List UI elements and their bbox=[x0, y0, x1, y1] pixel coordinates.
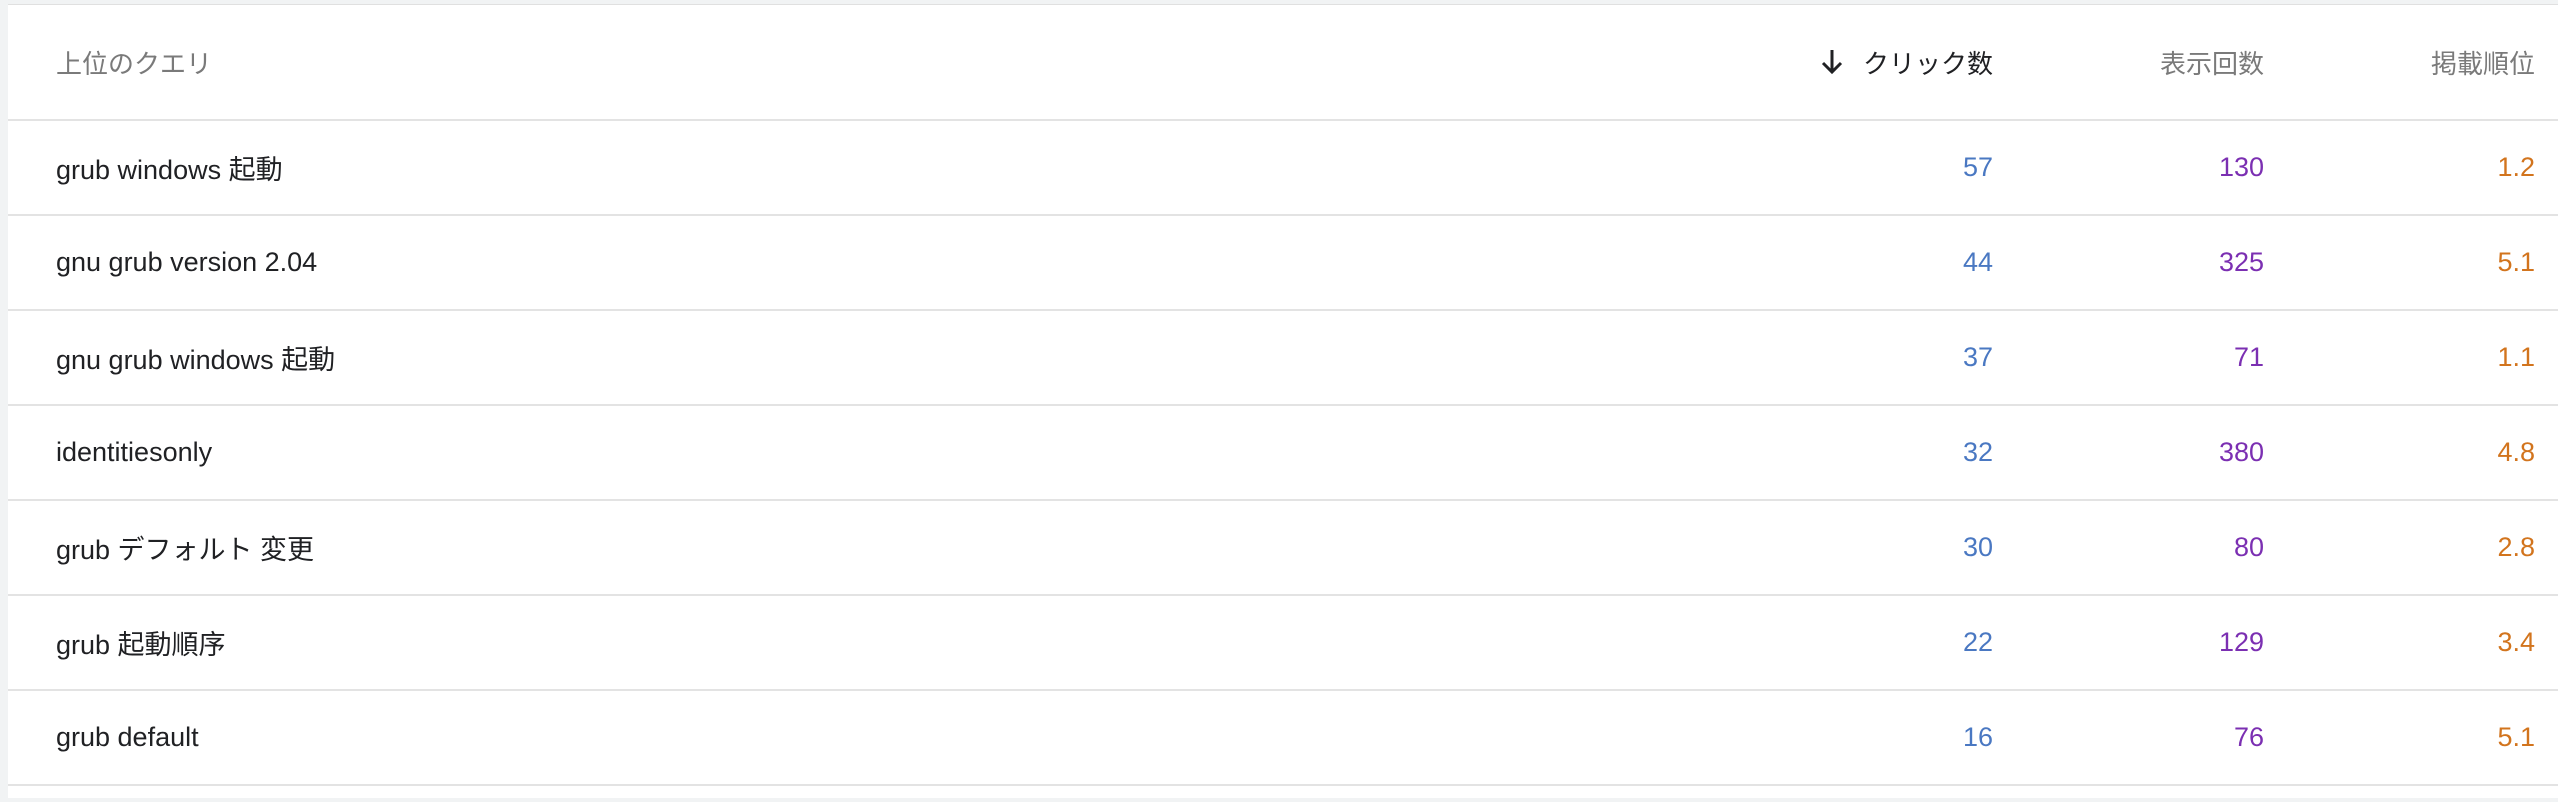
query-cell: gnu grub windows 起動 bbox=[56, 345, 336, 375]
query-cell: grub windows 起動 bbox=[56, 155, 283, 185]
impressions-cell: 80 bbox=[2233, 532, 2264, 562]
table-row[interactable]: grub デフォルト 変更 30 80 2.8 bbox=[8, 501, 2558, 596]
table-row[interactable]: identitiesonly 32 380 4.8 bbox=[8, 406, 2558, 501]
header-position[interactable]: 掲載順位 bbox=[2431, 5, 2535, 119]
position-cell: 4.8 bbox=[2497, 437, 2535, 467]
query-cell: identitiesonly bbox=[56, 437, 213, 467]
clicks-cell: 22 bbox=[1962, 627, 1993, 657]
position-cell: 1.1 bbox=[2497, 342, 2535, 372]
query-cell: gnu grub version 2.04 bbox=[56, 247, 318, 277]
impressions-cell: 380 bbox=[2218, 437, 2264, 467]
queries-table: 上位のクエリ クリック数 表示回数 掲載順位 grub windows 起動 5… bbox=[8, 5, 2558, 786]
clicks-cell: 57 bbox=[1962, 152, 1993, 182]
header-impressions[interactable]: 表示回数 bbox=[2160, 5, 2264, 119]
impressions-cell: 76 bbox=[2233, 722, 2264, 752]
table-header-row: 上位のクエリ クリック数 表示回数 掲載順位 bbox=[8, 5, 2558, 121]
table-row[interactable]: gnu grub windows 起動 37 71 1.1 bbox=[8, 311, 2558, 406]
position-cell: 5.1 bbox=[2497, 722, 2535, 752]
clicks-cell: 30 bbox=[1962, 532, 1993, 562]
impressions-cell: 130 bbox=[2218, 152, 2264, 182]
impressions-cell: 325 bbox=[2218, 247, 2264, 277]
query-cell: grub 起動順序 bbox=[56, 630, 226, 660]
impressions-cell: 129 bbox=[2218, 627, 2264, 657]
header-query[interactable]: 上位のクエリ bbox=[56, 5, 212, 119]
table-row[interactable]: gnu grub version 2.04 44 325 5.1 bbox=[8, 216, 2558, 311]
arrow-down-icon bbox=[1819, 47, 1845, 77]
header-clicks-label: クリック数 bbox=[1862, 48, 1993, 79]
clicks-cell: 16 bbox=[1962, 722, 1993, 752]
top-queries-panel: 上位のクエリ クリック数 表示回数 掲載順位 grub windows 起動 5… bbox=[8, 4, 2558, 798]
clicks-cell: 32 bbox=[1962, 437, 1993, 467]
position-cell: 3.4 bbox=[2497, 627, 2535, 657]
table-row[interactable]: grub 起動順序 22 129 3.4 bbox=[8, 596, 2558, 691]
query-cell: grub デフォルト 変更 bbox=[56, 535, 315, 565]
query-cell: grub default bbox=[56, 722, 199, 752]
table-row[interactable]: grub default 16 76 5.1 bbox=[8, 691, 2558, 786]
clicks-cell: 37 bbox=[1962, 342, 1993, 372]
position-cell: 2.8 bbox=[2497, 532, 2535, 562]
header-clicks[interactable]: クリック数 bbox=[1819, 5, 1993, 119]
position-cell: 1.2 bbox=[2497, 152, 2535, 182]
position-cell: 5.1 bbox=[2497, 247, 2535, 277]
impressions-cell: 71 bbox=[2233, 342, 2264, 372]
table-row[interactable]: grub windows 起動 57 130 1.2 bbox=[8, 121, 2558, 216]
clicks-cell: 44 bbox=[1962, 247, 1993, 277]
